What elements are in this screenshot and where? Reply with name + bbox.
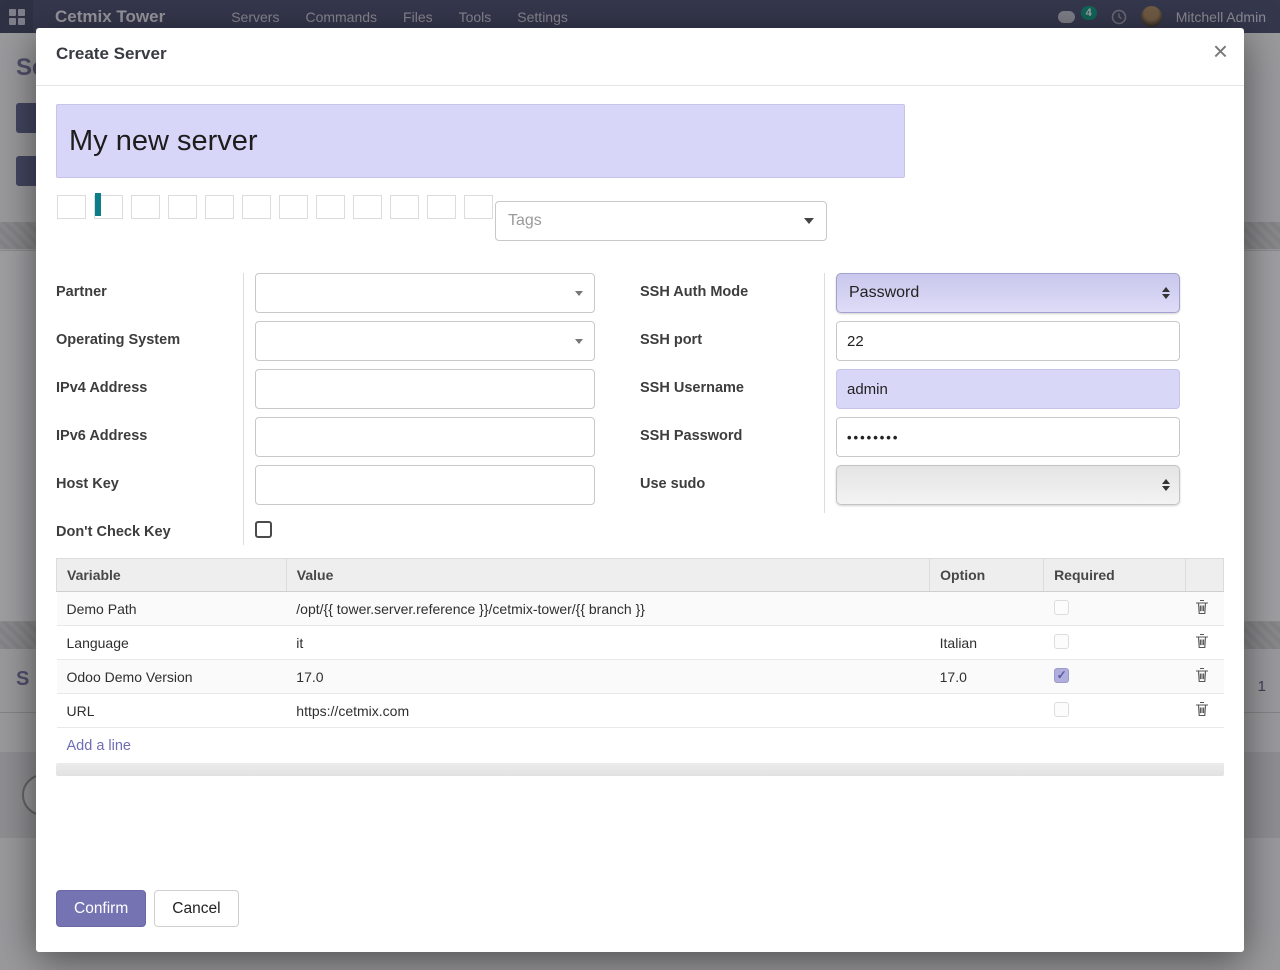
partner-label: Partner [56, 273, 243, 321]
cell-variable[interactable]: Language [57, 626, 287, 660]
color-swatch-green[interactable] [427, 195, 456, 219]
modal-header-divider [36, 85, 1244, 86]
col-header-required: Required [1044, 559, 1186, 592]
table-row[interactable]: Language it Italian [57, 626, 1224, 660]
ipv6-address-input[interactable] [255, 417, 595, 457]
select-updown-icon [1162, 287, 1170, 299]
required-checkbox[interactable] [1054, 600, 1069, 615]
use-sudo-label: Use sudo [640, 465, 824, 513]
col-header-option: Option [930, 559, 1044, 592]
col-header-actions [1185, 559, 1223, 592]
color-picker [57, 195, 493, 219]
chevron-down-icon [804, 218, 814, 224]
tags-input[interactable] [496, 212, 804, 230]
required-checkbox[interactable] [1054, 634, 1069, 649]
color-swatch-dark-blue[interactable] [353, 195, 382, 219]
ipv4-address-input[interactable] [255, 369, 595, 409]
cell-option[interactable] [930, 694, 1044, 728]
trash-icon[interactable] [1195, 633, 1209, 652]
modal-title: Create Server [56, 44, 167, 64]
color-swatch-medium-blue[interactable] [316, 195, 345, 219]
color-swatch-purple[interactable] [464, 195, 493, 219]
trash-icon[interactable] [1195, 701, 1209, 720]
close-icon[interactable]: × [1213, 36, 1228, 67]
ssh-password-input[interactable] [836, 417, 1180, 457]
color-swatch-red[interactable] [94, 195, 123, 219]
host-key-label: Host Key [56, 465, 243, 513]
add-line-row: Add a line [57, 728, 1224, 764]
color-swatch-light-blue[interactable] [205, 195, 234, 219]
cell-value[interactable]: https://cetmix.com [286, 694, 929, 728]
color-swatch-dark-purple[interactable] [242, 195, 271, 219]
required-checkbox[interactable] [1054, 668, 1069, 683]
color-swatch-orange[interactable] [131, 195, 160, 219]
cell-value[interactable]: it [286, 626, 929, 660]
cell-value[interactable]: 17.0 [286, 660, 929, 694]
table-row[interactable]: URL https://cetmix.com [57, 694, 1224, 728]
color-swatch-none[interactable] [57, 195, 86, 219]
ssh-username-input[interactable] [836, 369, 1180, 409]
variables-table: Variable Value Option Required Demo Path… [56, 558, 1224, 764]
table-row[interactable]: Demo Path /opt/{{ tower.server.reference… [57, 592, 1224, 626]
operating-system-label: Operating System [56, 321, 243, 369]
dont-check-key-label: Don't Check Key [56, 513, 243, 545]
ssh-auth-mode-value: Password [849, 284, 919, 302]
operating-system-dropdown[interactable] [255, 321, 595, 361]
cell-option[interactable]: 17.0 [930, 660, 1044, 694]
ipv4-address-label: IPv4 Address [56, 369, 243, 417]
cell-value[interactable]: /opt/{{ tower.server.reference }}/cetmix… [286, 592, 929, 626]
trash-icon[interactable] [1195, 599, 1209, 618]
variables-table-header: Variable Value Option Required [57, 559, 1224, 592]
cell-option[interactable] [930, 592, 1044, 626]
form-column-right: SSH Auth Mode Password SSH port SSH User… [640, 273, 1180, 513]
create-server-modal: Create Server × Partner Operating System [36, 28, 1244, 952]
ssh-port-input[interactable] [836, 321, 1180, 361]
cancel-button[interactable]: Cancel [154, 890, 238, 927]
partner-dropdown[interactable] [255, 273, 595, 313]
table-row[interactable]: Odoo Demo Version 17.0 17.0 [57, 660, 1224, 694]
host-key-input[interactable] [255, 465, 595, 505]
cell-variable[interactable]: URL [57, 694, 287, 728]
trash-icon[interactable] [1195, 667, 1209, 686]
ssh-username-label: SSH Username [640, 369, 824, 417]
confirm-button[interactable]: Confirm [56, 890, 146, 927]
tags-field[interactable] [495, 201, 827, 241]
col-header-value: Value [286, 559, 929, 592]
ssh-auth-mode-select[interactable]: Password [836, 273, 1180, 313]
ipv6-address-label: IPv6 Address [56, 417, 243, 465]
horizontal-scrollbar[interactable] [56, 763, 1224, 776]
add-a-line-link[interactable]: Add a line [67, 738, 132, 754]
select-updown-icon [1162, 479, 1170, 491]
form-column-left: Partner Operating System IPv4 Address IP… [56, 273, 595, 545]
color-swatch-salmon-pink[interactable] [279, 195, 308, 219]
ssh-port-label: SSH port [640, 321, 824, 369]
required-checkbox[interactable] [1054, 702, 1069, 717]
color-swatch-fuchsia[interactable] [390, 195, 419, 219]
ssh-password-label: SSH Password [640, 417, 824, 465]
cell-option[interactable]: Italian [930, 626, 1044, 660]
col-header-variable: Variable [57, 559, 287, 592]
cell-variable[interactable]: Demo Path [57, 592, 287, 626]
server-name-input[interactable] [56, 104, 905, 178]
dont-check-key-checkbox[interactable] [255, 521, 272, 538]
ssh-auth-mode-label: SSH Auth Mode [640, 273, 824, 321]
color-swatch-yellow[interactable] [168, 195, 197, 219]
cell-variable[interactable]: Odoo Demo Version [57, 660, 287, 694]
modal-footer: Confirm Cancel [56, 890, 239, 927]
use-sudo-select[interactable] [836, 465, 1180, 505]
